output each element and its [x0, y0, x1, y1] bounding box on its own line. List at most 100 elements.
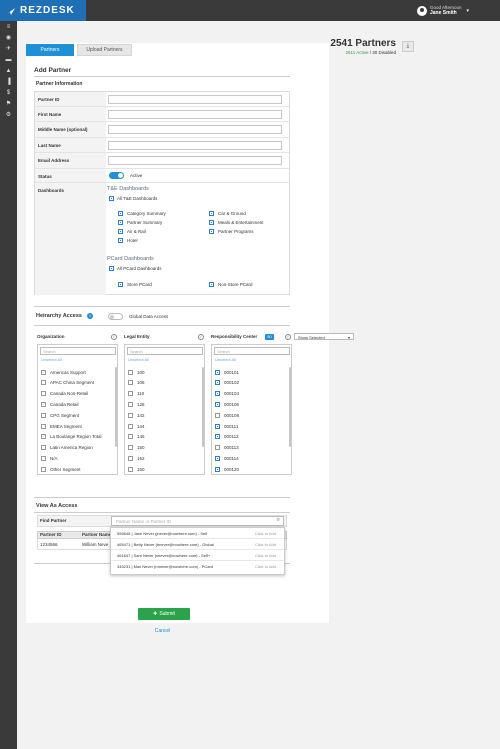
all-te-checkbox[interactable] [109, 196, 114, 201]
list-item-checkbox[interactable] [128, 369, 133, 375]
partner-summary-checkbox[interactable] [118, 220, 123, 225]
list-item[interactable]: CPG Segment [41, 410, 79, 420]
organization-search-input[interactable]: Search [40, 347, 116, 355]
list-item[interactable]: 152 [128, 453, 145, 463]
car-icon[interactable]: ▲ [0, 65, 17, 76]
global-data-toggle[interactable] [108, 313, 123, 320]
list-item-checkbox[interactable] [128, 434, 133, 440]
list-item-checkbox[interactable] [41, 455, 46, 461]
click-to-add-link[interactable]: Click to Add [255, 564, 276, 569]
submit-button[interactable]: ✚ Submit [138, 608, 190, 620]
list-item-checkbox[interactable] [41, 445, 46, 451]
list-item-checkbox[interactable] [41, 412, 46, 418]
list-item[interactable]: 000102 [215, 378, 239, 388]
list-item[interactable]: La Boulange Region Total [41, 432, 101, 442]
list-item-checkbox[interactable] [41, 369, 46, 375]
list-item-checkbox[interactable] [128, 445, 133, 451]
list-item[interactable]: 142 [128, 410, 145, 420]
list-item-checkbox[interactable] [215, 455, 220, 461]
list-item[interactable]: APAC China Segment [41, 378, 94, 388]
list-item[interactable]: 000109 [215, 410, 239, 420]
list-item[interactable]: Other Segment [41, 464, 81, 474]
email-input[interactable] [108, 156, 282, 165]
meals-entertainment-checkbox[interactable] [209, 220, 214, 225]
suggestion-item[interactable]: 555645 | Jane Never (jnever@nowhere.com)… [111, 528, 284, 539]
air-rail-checkbox[interactable] [118, 229, 123, 234]
scrollbar[interactable] [289, 367, 291, 447]
info-icon[interactable]: i [87, 313, 93, 319]
responsibility-center-unselect-all[interactable]: Unselect All [215, 357, 236, 362]
scrollbar[interactable] [115, 367, 117, 447]
cancel-link[interactable]: Cancel [150, 628, 175, 634]
list-item-checkbox[interactable] [41, 391, 46, 397]
partner-programs-checkbox[interactable] [209, 229, 214, 234]
list-item-checkbox[interactable] [215, 380, 220, 386]
settings-icon[interactable]: ⚙ [0, 109, 17, 120]
list-item[interactable]: Americas Support [41, 367, 86, 377]
list-item-checkbox[interactable] [41, 423, 46, 429]
hotel-icon[interactable]: ▬ [0, 54, 17, 65]
check-circle-icon[interactable]: ✓ [111, 334, 117, 340]
document-icon[interactable]: ▐ [0, 76, 17, 87]
list-item-checkbox[interactable] [215, 369, 220, 375]
menu-icon[interactable]: ≡ [0, 21, 17, 32]
list-item[interactable]: 000112 [215, 432, 239, 442]
list-item[interactable]: Canada Retail [41, 399, 79, 409]
legal-entity-search-input[interactable]: Search [127, 347, 203, 355]
user-menu[interactable]: Good Afternoon Jane Smith ▾ [417, 2, 500, 19]
check-circle-icon[interactable]: ✓ [198, 334, 204, 340]
status-toggle[interactable] [109, 172, 124, 179]
list-item-checkbox[interactable] [41, 401, 46, 407]
plane-icon[interactable]: ✈ [0, 43, 17, 54]
list-item-checkbox[interactable] [128, 423, 133, 429]
click-to-add-link[interactable]: Click to Add [255, 531, 276, 536]
list-item[interactable]: 150 [128, 443, 145, 453]
store-pcard-checkbox[interactable] [118, 282, 123, 287]
tab-upload-partners[interactable]: Upload Partners [77, 44, 132, 56]
first-name-input[interactable] [108, 110, 282, 119]
list-item-checkbox[interactable] [41, 380, 46, 386]
list-item[interactable]: Latin America Region [41, 443, 93, 453]
list-item-checkbox[interactable] [128, 466, 133, 472]
list-item-checkbox[interactable] [215, 466, 220, 472]
middle-name-input[interactable] [108, 125, 282, 134]
list-item-checkbox[interactable] [41, 466, 46, 472]
list-item-checkbox[interactable] [128, 412, 133, 418]
list-item[interactable]: 160 [128, 464, 145, 474]
car-ground-checkbox[interactable] [209, 211, 214, 216]
list-item[interactable]: Canada Non-Retail [41, 389, 88, 399]
suggestion-item[interactable]: 465471 | Betty Never (bnever@nowhere.com… [111, 539, 284, 550]
scrollbar[interactable] [202, 367, 204, 447]
click-to-add-link[interactable]: Click to Add [255, 542, 276, 547]
list-item-checkbox[interactable] [215, 412, 220, 418]
list-item-checkbox[interactable] [215, 445, 220, 451]
check-circle-icon[interactable]: ✓ [285, 334, 291, 340]
list-item[interactable]: 108 [128, 378, 145, 388]
list-item[interactable]: 000120 [215, 464, 239, 474]
list-item-checkbox[interactable] [128, 455, 133, 461]
list-item[interactable]: EMEA Segment [41, 421, 82, 431]
list-item-checkbox[interactable] [128, 401, 133, 407]
list-item[interactable]: N/A [41, 453, 58, 463]
list-item[interactable]: 000104 [215, 389, 239, 399]
responsibility-center-search-input[interactable]: Search [214, 347, 290, 355]
list-item[interactable]: 144 [128, 421, 145, 431]
list-item-checkbox[interactable] [215, 423, 220, 429]
list-item-checkbox[interactable] [41, 434, 46, 440]
legal-entity-unselect-all[interactable]: Unselect All [128, 357, 149, 362]
list-item[interactable]: 146 [128, 432, 145, 442]
list-item-checkbox[interactable] [215, 401, 220, 407]
flag-icon[interactable]: ⚑ [0, 98, 17, 109]
organization-unselect-all[interactable]: Unselect All [41, 357, 62, 362]
list-item[interactable]: 000106 [215, 399, 239, 409]
all-pcard-checkbox[interactable] [109, 266, 114, 271]
suggestion-item[interactable]: 461647 | Sam Never (snever@nowhere.com) … [111, 550, 284, 561]
dashboard-icon[interactable]: ◉ [0, 32, 17, 43]
list-item[interactable]: 000101 [215, 367, 239, 377]
download-button[interactable]: ⤓ [402, 41, 414, 52]
list-item[interactable]: 110 [128, 389, 144, 399]
find-partner-input[interactable]: Partner Name or Partner ID ⌕ [111, 516, 284, 526]
list-item-checkbox[interactable] [128, 380, 133, 386]
logo[interactable]: REZDESK [0, 0, 86, 21]
hotel-checkbox[interactable] [118, 238, 123, 243]
